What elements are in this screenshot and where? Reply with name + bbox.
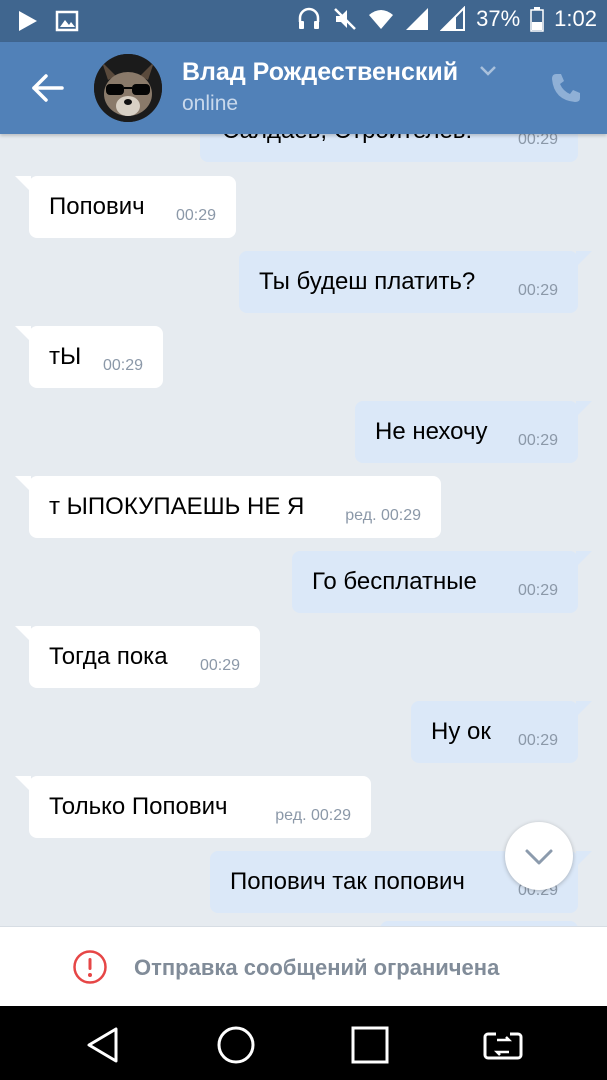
message-list[interactable]: Салдаев, Строителев! 00:29 Попович 00:29…: [0, 134, 607, 926]
bubble-tail: [15, 326, 31, 342]
back-arrow-icon[interactable]: [28, 70, 68, 106]
contact-name[interactable]: Влад Рождественский: [182, 58, 458, 87]
mute-icon: [334, 8, 357, 30]
bubble-tail: [15, 776, 31, 792]
image-icon: [55, 10, 79, 32]
message-time: 00:29: [517, 134, 558, 148]
message-time: 00:29: [517, 582, 558, 599]
clock: 1:02: [554, 6, 597, 31]
scroll-down-button[interactable]: [505, 822, 573, 890]
bubble-tail: [576, 701, 592, 717]
battery-percent: 37%: [476, 6, 521, 31]
message-text: т ЫПОКУПАЕШЬ НЕ Я: [49, 493, 305, 520]
chat-header: Влад Рождественский online: [0, 42, 607, 134]
message-bubble-outgoing[interactable]: Салдаев, Строителев! 00:29: [200, 134, 578, 162]
message-bubble-outgoing[interactable]: Го бесплатные 00:29: [292, 551, 592, 613]
bubble-tail: [576, 551, 592, 567]
message-text: Попович: [49, 193, 145, 220]
scroll-down-icon: [525, 849, 553, 865]
nav-switch-icon[interactable]: [482, 1024, 524, 1066]
avatar[interactable]: [94, 54, 162, 122]
restriction-bar: Отправка сообщений ограничена: [0, 926, 607, 1006]
message-bubble-incoming[interactable]: т ЫПОКУПАЕШЬ НЕ Я ред. 00:29: [15, 476, 441, 538]
message-bubble-incoming[interactable]: Попович 00:29: [15, 176, 236, 238]
nav-home-icon[interactable]: [215, 1024, 257, 1066]
restriction-text: Отправка сообщений ограничена: [134, 955, 500, 980]
message-text: Го бесплатные: [312, 568, 477, 595]
bubble-tail: [576, 851, 592, 867]
message-text: Не нехочу: [375, 418, 488, 445]
bubble-tail: [15, 176, 31, 192]
message-time: ред. 00:29: [345, 507, 421, 524]
message-text: Ты будеш платить?: [259, 268, 476, 295]
message-text: Тогда пока: [49, 643, 168, 670]
message-bubble-incoming[interactable]: Только Попович ред. 00:29: [15, 776, 371, 838]
wifi-icon: [369, 10, 394, 29]
headphones-icon: [298, 7, 320, 29]
play-icon: [19, 11, 37, 31]
signal-icon: [406, 8, 429, 30]
system-nav-bar: [0, 1006, 607, 1080]
battery-icon: [530, 7, 544, 32]
warning-icon: [73, 950, 107, 984]
message-text: Только Попович: [49, 793, 228, 820]
chevron-down-icon[interactable]: [478, 64, 498, 78]
message-bubble-outgoing[interactable]: Ты будеш платить? 00:29: [239, 251, 592, 313]
message-time: 00:29: [102, 357, 143, 374]
message-text: Попович так попович: [230, 868, 465, 895]
message-text: Ну ок: [431, 718, 491, 745]
nav-recents-icon[interactable]: [349, 1024, 391, 1066]
phone-icon[interactable]: [548, 70, 584, 106]
message-text: Салдаев, Строителев!: [222, 134, 472, 145]
message-time: ред. 00:29: [275, 807, 351, 824]
signal-icon-2: [440, 6, 466, 31]
bubble-tail: [15, 476, 31, 492]
message-time: 00:29: [517, 432, 558, 449]
status-bar: 37% 1:02: [0, 0, 607, 42]
contact-status: online: [182, 92, 239, 115]
message-bubble-incoming[interactable]: Тогда пока 00:29: [15, 626, 260, 688]
bubble-tail: [576, 251, 592, 267]
message-bubble-outgoing[interactable]: Ну ок 00:29: [411, 701, 592, 763]
message-bubble-incoming[interactable]: тЫ 00:29: [15, 326, 163, 388]
message-bubble-outgoing[interactable]: Не нехочу 00:29: [355, 401, 592, 463]
bubble-tail: [576, 401, 592, 417]
message-time: 00:29: [517, 732, 558, 749]
nav-back-icon[interactable]: [82, 1024, 124, 1066]
bubble-tail: [15, 626, 31, 642]
message-text: тЫ: [49, 343, 82, 370]
message-time: 00:29: [517, 282, 558, 299]
message-time: 00:29: [175, 207, 216, 224]
message-time: 00:29: [199, 657, 240, 674]
